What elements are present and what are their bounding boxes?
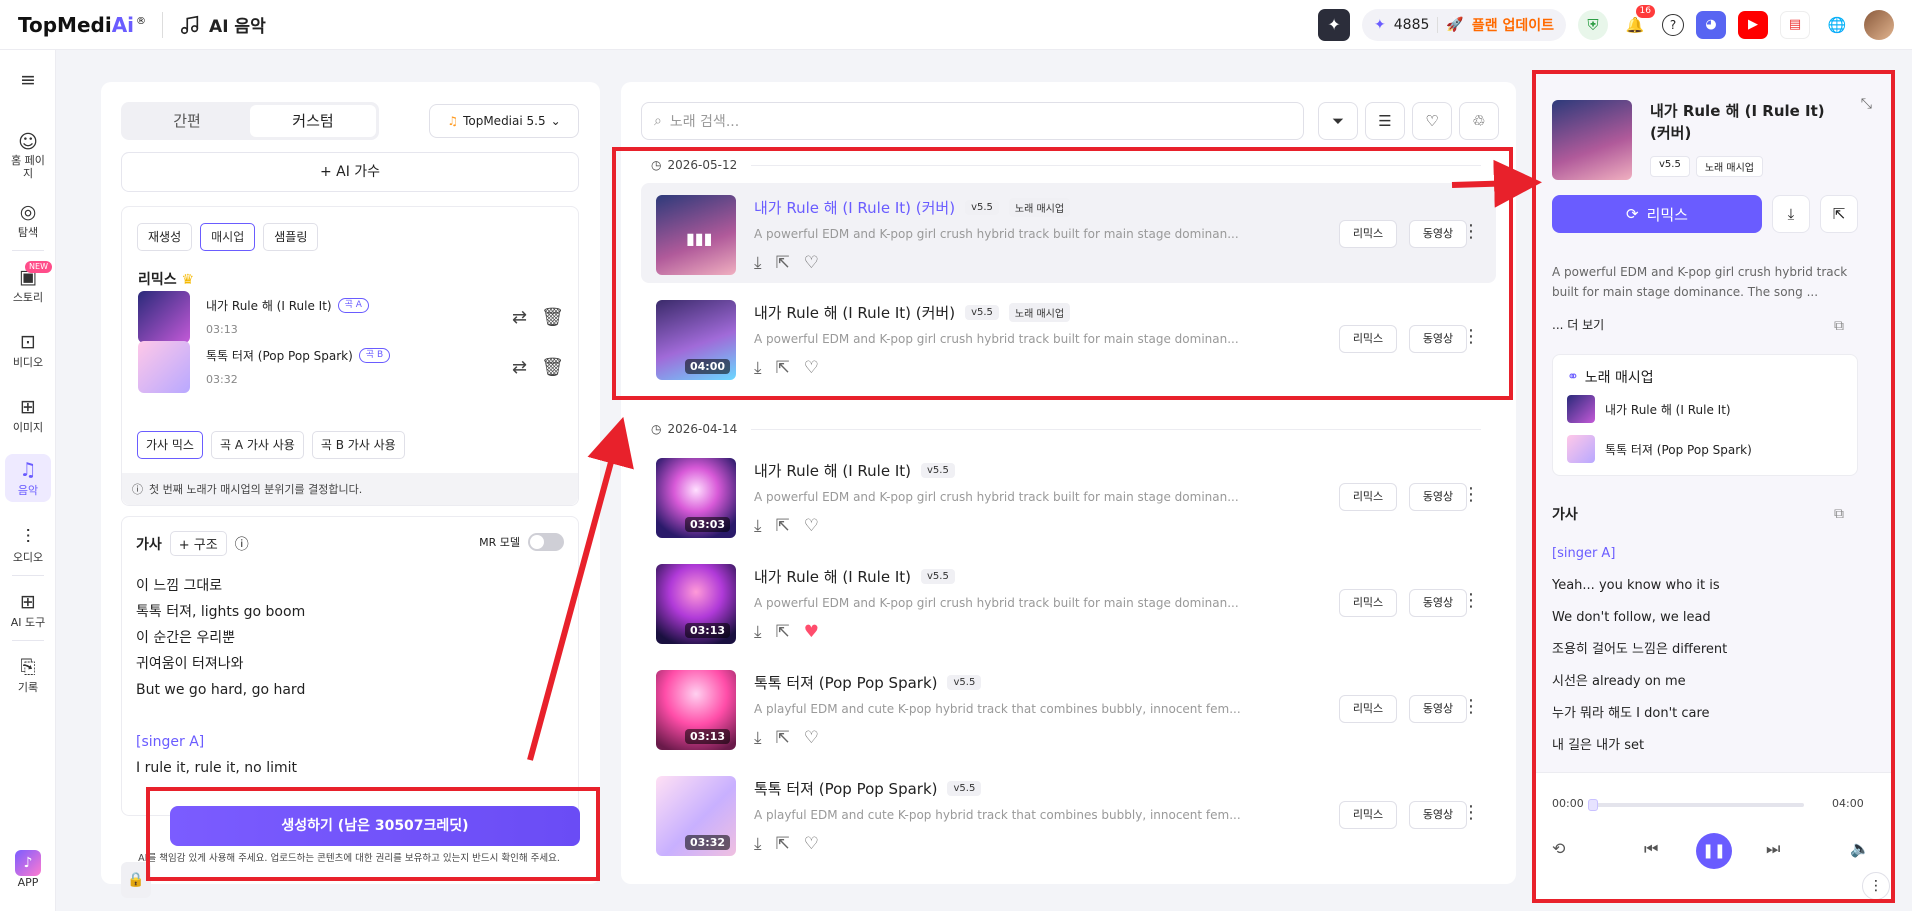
annotation-arrows xyxy=(527,159,1542,761)
